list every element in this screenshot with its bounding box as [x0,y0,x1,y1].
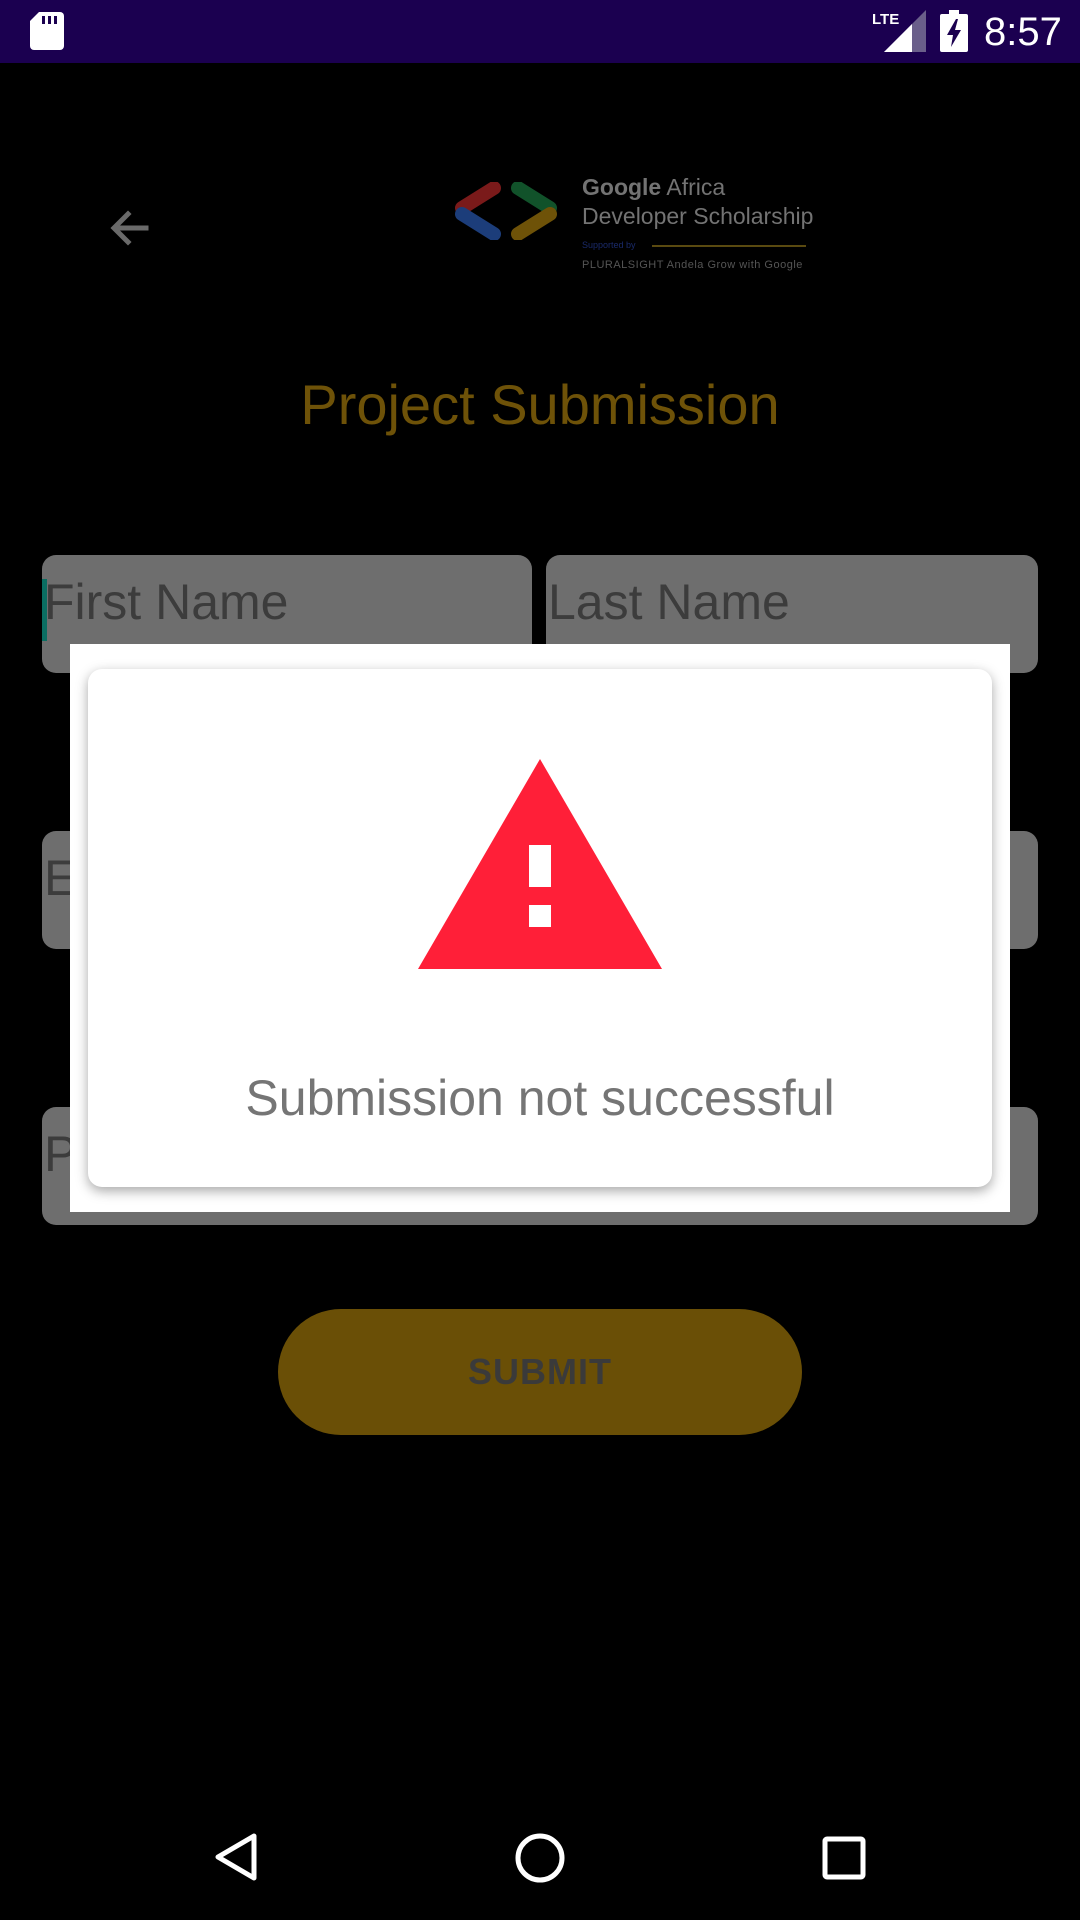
nav-home-icon[interactable] [514,1832,566,1884]
status-bar: LTE 8:57 [0,0,1080,63]
logo-supported-by: Supported by [582,240,636,250]
status-clock: 8:57 [984,10,1062,54]
logo-title-rest: Africa [661,174,726,200]
logo-brand: Google [582,174,662,200]
sd-card-icon [30,12,64,50]
lte-label: LTE [872,11,899,28]
warning-triangle-icon [418,759,662,969]
nav-recents-icon[interactable] [822,1836,866,1880]
dialog-message: Submission not successful [245,1070,835,1126]
error-dialog-card: Submission not successful [88,669,992,1187]
logo-partners: PLURALSIGHT Andela Grow with Google [582,259,803,271]
logo-title: Google Africa [582,174,725,201]
error-dialog: Submission not successful [70,644,1010,1212]
page-title: Project Submission [300,373,780,436]
arrow-left-icon[interactable] [106,204,154,252]
first-name-placeholder: First Name [44,574,289,630]
nav-back-icon[interactable] [214,1832,258,1882]
logo-subtitle: Developer Scholarship [582,203,814,229]
lte-signal-icon: LTE [872,10,926,52]
battery-charging-icon [940,10,968,52]
submit-button[interactable]: SUBMIT [278,1309,802,1435]
logo-divider [652,245,806,247]
code-brackets-logo-icon [455,182,557,240]
last-name-placeholder: Last Name [548,574,790,630]
